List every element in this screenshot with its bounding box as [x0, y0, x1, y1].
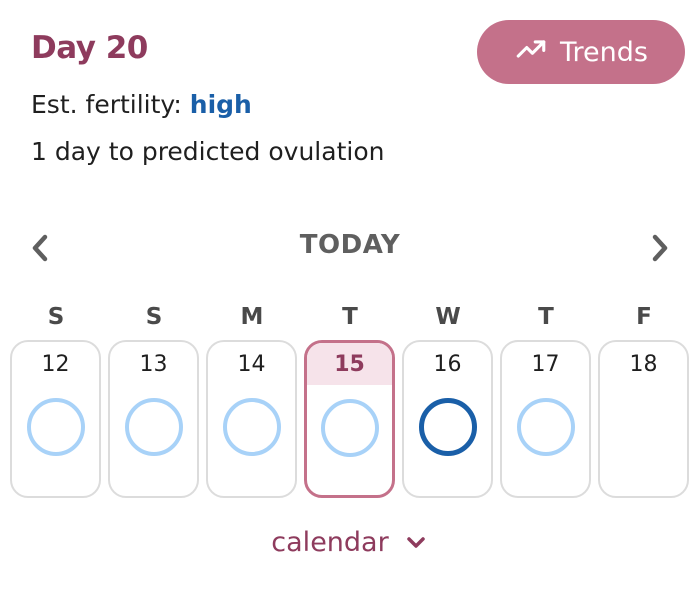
weekday-label: M — [240, 304, 264, 330]
weekday-label: S — [145, 304, 163, 330]
weekday-label: T — [342, 304, 358, 330]
fertility-ring-icon — [222, 398, 281, 456]
ovulation-countdown: 1 day to predicted ovulation — [31, 137, 385, 166]
day-card[interactable]: 17 — [500, 340, 591, 498]
next-week-button[interactable] — [646, 231, 674, 265]
fertility-ring-icon — [320, 399, 379, 457]
trends-button[interactable]: Trends — [477, 20, 685, 84]
calendar-toggle-button[interactable]: calendar — [0, 527, 700, 558]
chevron-down-icon — [406, 536, 425, 548]
day-number: 16 — [433, 352, 462, 377]
fertility-value: high — [189, 90, 252, 119]
fertility-label: Est. fertility: — [31, 90, 182, 119]
weekday-label: S — [47, 304, 65, 330]
calendar-label: calendar — [271, 527, 389, 558]
fertility-status: Est. fertility: high — [31, 90, 252, 119]
chevron-right-icon — [652, 234, 668, 262]
day-card[interactable]: 12 — [10, 340, 101, 498]
day-card[interactable]: 14 — [206, 340, 297, 498]
week-label[interactable]: TODAY — [0, 230, 700, 260]
day-number: 15 — [334, 352, 365, 377]
high-fertility-ring-icon — [418, 398, 477, 456]
page-header: Day 20 — [31, 30, 148, 66]
trending-up-icon — [514, 32, 548, 73]
weekday-label: F — [636, 304, 652, 330]
day-title: Day 20 — [31, 30, 148, 66]
fertility-ring-icon — [26, 398, 85, 456]
trends-label: Trends — [560, 36, 648, 68]
weekday-label: T — [538, 304, 554, 330]
day-card[interactable]: 18 — [598, 340, 689, 498]
fertility-ring-icon — [516, 398, 575, 456]
day-card[interactable]: 13 — [108, 340, 199, 498]
day-number: 14 — [237, 352, 266, 377]
day-number: 12 — [41, 352, 70, 377]
day-card[interactable]: 16 — [402, 340, 493, 498]
day-number: 17 — [531, 352, 560, 377]
fertility-ring-icon — [124, 398, 183, 456]
day-number: 13 — [139, 352, 168, 377]
day-number: 18 — [629, 352, 658, 377]
weekday-label: W — [435, 304, 461, 330]
day-card-selected[interactable]: 15 — [304, 340, 395, 498]
